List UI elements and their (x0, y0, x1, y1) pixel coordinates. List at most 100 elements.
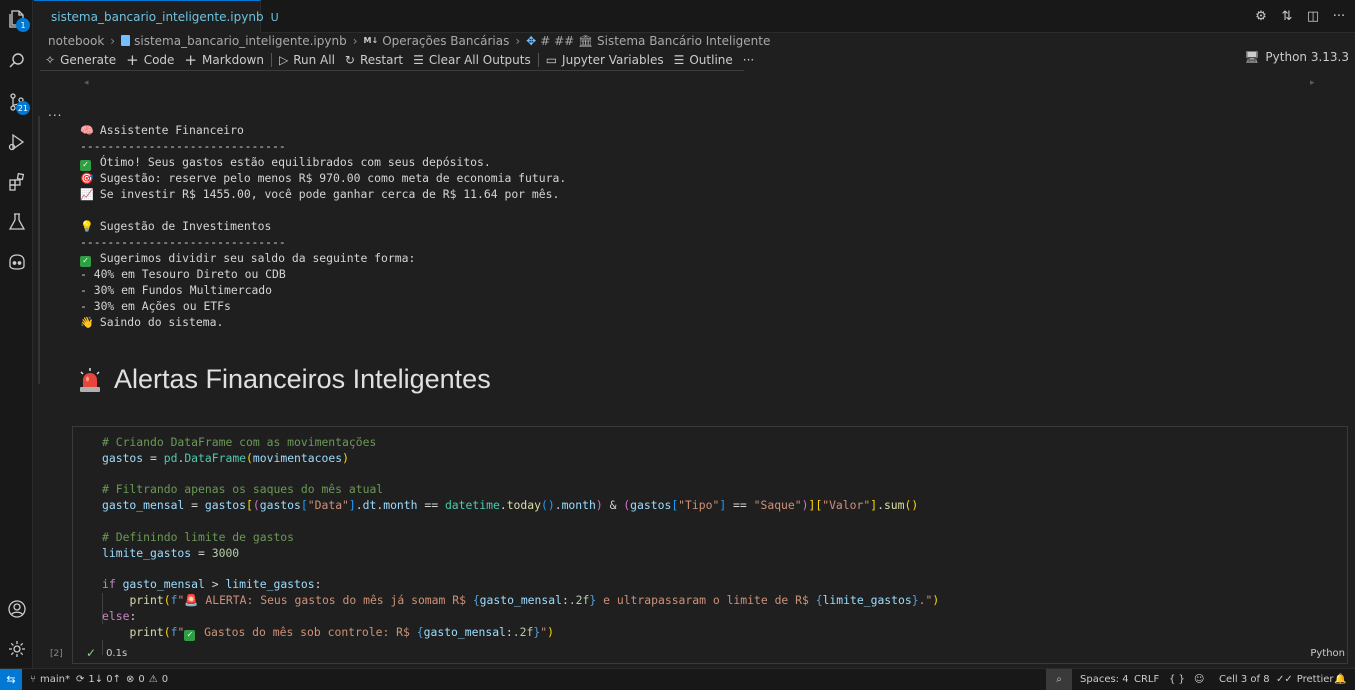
plus-icon: + (126, 51, 139, 69)
notebook-file-icon (121, 35, 131, 46)
code-cell[interactable]: # Criando DataFrame com as movimentações… (72, 426, 1348, 664)
add-markdown-button[interactable]: + Markdown (179, 51, 269, 69)
settings-icon[interactable]: ⚙ (1253, 8, 1269, 24)
restart-icon: ↻ (344, 53, 355, 67)
output-line: - 40% em Tesouro Direto ou CDB (80, 266, 566, 282)
add-code-button[interactable]: + Code (121, 51, 179, 69)
indentation-indicator[interactable]: Spaces: 4 (1080, 669, 1129, 690)
branch-indicator[interactable]: ⑂ main* (30, 669, 70, 690)
output-line: - 30% em Fundos Multimercado (80, 282, 566, 298)
run-debug-icon[interactable] (0, 127, 33, 157)
kernel-icon: 🖥 (1244, 50, 1260, 64)
compare-changes-icon[interactable]: ⇅ (1279, 8, 1295, 24)
output-line: 🧠 Assistente Financeiro (80, 122, 566, 138)
outline-button[interactable]: ☰ Outline (669, 53, 738, 67)
output-line: 🎯 Sugestão: reserve pelo menos R$ 970.00… (80, 170, 566, 186)
output-text: Sugestão de Investimentos (93, 219, 272, 233)
cell-icon: ✥ (526, 33, 537, 48)
output-text: Sugestão: reserve pelo menos R$ 970.00 c… (93, 171, 567, 185)
scroll-left-icon[interactable]: ◂ (84, 78, 89, 88)
testing-icon[interactable] (0, 207, 33, 237)
generate-button[interactable]: ✧ Generate (40, 53, 121, 67)
eol-indicator[interactable]: CRLF (1134, 669, 1159, 690)
output-line: - 30% em Ações ou ETFs (80, 298, 566, 314)
more-button[interactable]: ··· (738, 53, 759, 67)
code-comment: # Criando DataFrame com as movimentações (102, 435, 377, 449)
error-icon: ⊗ (126, 674, 135, 685)
limit-value: 3000 (211, 545, 240, 560)
settings-gear-icon[interactable] (0, 634, 33, 664)
kernel-label: Python 3.13.3 (1265, 50, 1349, 64)
clear-all-outputs-button[interactable]: ☰ Clear All Outputs (408, 53, 536, 67)
markdown-label: Markdown (202, 53, 264, 67)
code-editor[interactable]: # Criando DataFrame com as movimentações… (102, 435, 939, 641)
cell-output: 🧠 Assistente Financeiro -----------------… (80, 122, 566, 330)
language-braces[interactable]: { } (1169, 669, 1185, 690)
execution-count: [2] (50, 649, 63, 659)
output-line: ------------------------------ (80, 234, 566, 250)
output-line: 💡 Sugestão de Investimentos (80, 218, 566, 234)
emoji-icon: 📈 (80, 188, 94, 201)
clear-all-label: Clear All Outputs (428, 53, 531, 67)
ok-string: Gastos do mês sob controle: R$ (197, 624, 417, 639)
output-text: ------------------------------ (80, 139, 286, 153)
success-check-icon: ✓ (86, 646, 97, 660)
kernel-picker[interactable]: 🖥 Python 3.13.3 (1244, 50, 1349, 64)
breadcrumb-item-heading[interactable]: # ## 🏛 Sistema Bancário Inteligente (540, 34, 770, 48)
markdown-icon: M↓ (363, 36, 379, 45)
restart-label: Restart (359, 53, 404, 67)
cell-language-picker[interactable]: Python (1310, 648, 1345, 659)
branch-icon: ⑂ (30, 674, 36, 685)
output-text: Ótimo! Seus gastos estão equilibrados co… (93, 155, 491, 169)
more-actions-icon[interactable]: ··· (1331, 8, 1347, 24)
cell-indicator[interactable]: Cell 3 of 8 (1219, 669, 1270, 690)
run-all-icon: ▷ (278, 53, 289, 67)
sync-icon: ⟳ (76, 674, 85, 685)
account-icon[interactable] (0, 594, 33, 624)
sync-indicator[interactable]: ⟳ 1↓ 0↑ (76, 669, 121, 690)
siren-icon: 🚨 (184, 592, 199, 607)
jupyter-variables-button[interactable]: ▭ Jupyter Variables (541, 53, 669, 67)
source-control-icon[interactable]: 21 (0, 87, 33, 117)
explorer-icon[interactable]: 1 (0, 4, 33, 34)
copilot-icon[interactable] (0, 247, 33, 277)
error-count: 0 (138, 674, 145, 685)
breadcrumb-item-notebook[interactable]: notebook (48, 34, 104, 48)
output-text: Assistente Financeiro (93, 123, 244, 137)
restart-button[interactable]: ↻ Restart (340, 53, 408, 67)
tab-untracked-flag: U (270, 10, 279, 24)
sync-label: 1↓ 0↑ (88, 674, 122, 685)
check-all-icon: ✓✓ (1276, 674, 1293, 685)
toolbar-divider (537, 53, 539, 67)
output-more-icon[interactable]: ... (48, 105, 62, 119)
plus-icon: + (184, 51, 197, 69)
warning-icon: ⚠ (148, 674, 158, 685)
extensions-icon[interactable] (0, 167, 33, 197)
breadcrumb-item-file[interactable]: sistema_bancario_inteligente.ipynb (134, 34, 347, 48)
copilot-status-icon[interactable]: ☺ (1194, 669, 1204, 690)
status-bar: ⇆ ⑂ main* ⟳ 1↓ 0↑ ⊗ 0 ⚠ 0 ⌕ Spaces: 4 CR… (0, 668, 1355, 690)
output-text: ------------------------------ (80, 235, 286, 249)
scroll-right-icon[interactable]: ▸ (1310, 78, 1315, 88)
outline-icon: ☰ (673, 53, 685, 67)
notebook-editor[interactable]: ◂ ▸ ... 🧠 Assistente Financeiro ---------… (34, 72, 1355, 668)
breadcrumb-item-section[interactable]: Operações Bancárias (382, 34, 509, 48)
notifications-bell-icon[interactable]: 🔔 (1334, 669, 1346, 690)
search-icon[interactable] (0, 46, 33, 76)
siren-icon (80, 367, 100, 392)
generate-label: Generate (60, 53, 117, 67)
problems-indicator[interactable]: ⊗ 0 ⚠ 0 (126, 669, 168, 690)
run-all-button[interactable]: ▷ Run All (274, 53, 340, 67)
output-line: ✓ Sugerimos dividir seu saldo da seguint… (80, 250, 566, 267)
breadcrumb: notebook › sistema_bancario_inteligente.… (48, 32, 770, 49)
prettier-indicator[interactable]: ✓✓ Prettier (1276, 669, 1334, 690)
split-editor-icon[interactable]: ◫ (1305, 8, 1321, 24)
markdown-cell[interactable]: Alertas Financeiros Inteligentes (78, 364, 491, 395)
outline-label: Outline (689, 53, 733, 67)
prettier-label: Prettier (1296, 674, 1334, 685)
zoom-search-icon[interactable]: ⌕ (1046, 669, 1072, 690)
remote-indicator-icon[interactable]: ⇆ (0, 669, 22, 690)
output-text: - 30% em Ações ou ETFs (80, 299, 231, 313)
tab-notebook[interactable]: sistema_bancario_inteligente.ipynb U (34, 0, 279, 33)
